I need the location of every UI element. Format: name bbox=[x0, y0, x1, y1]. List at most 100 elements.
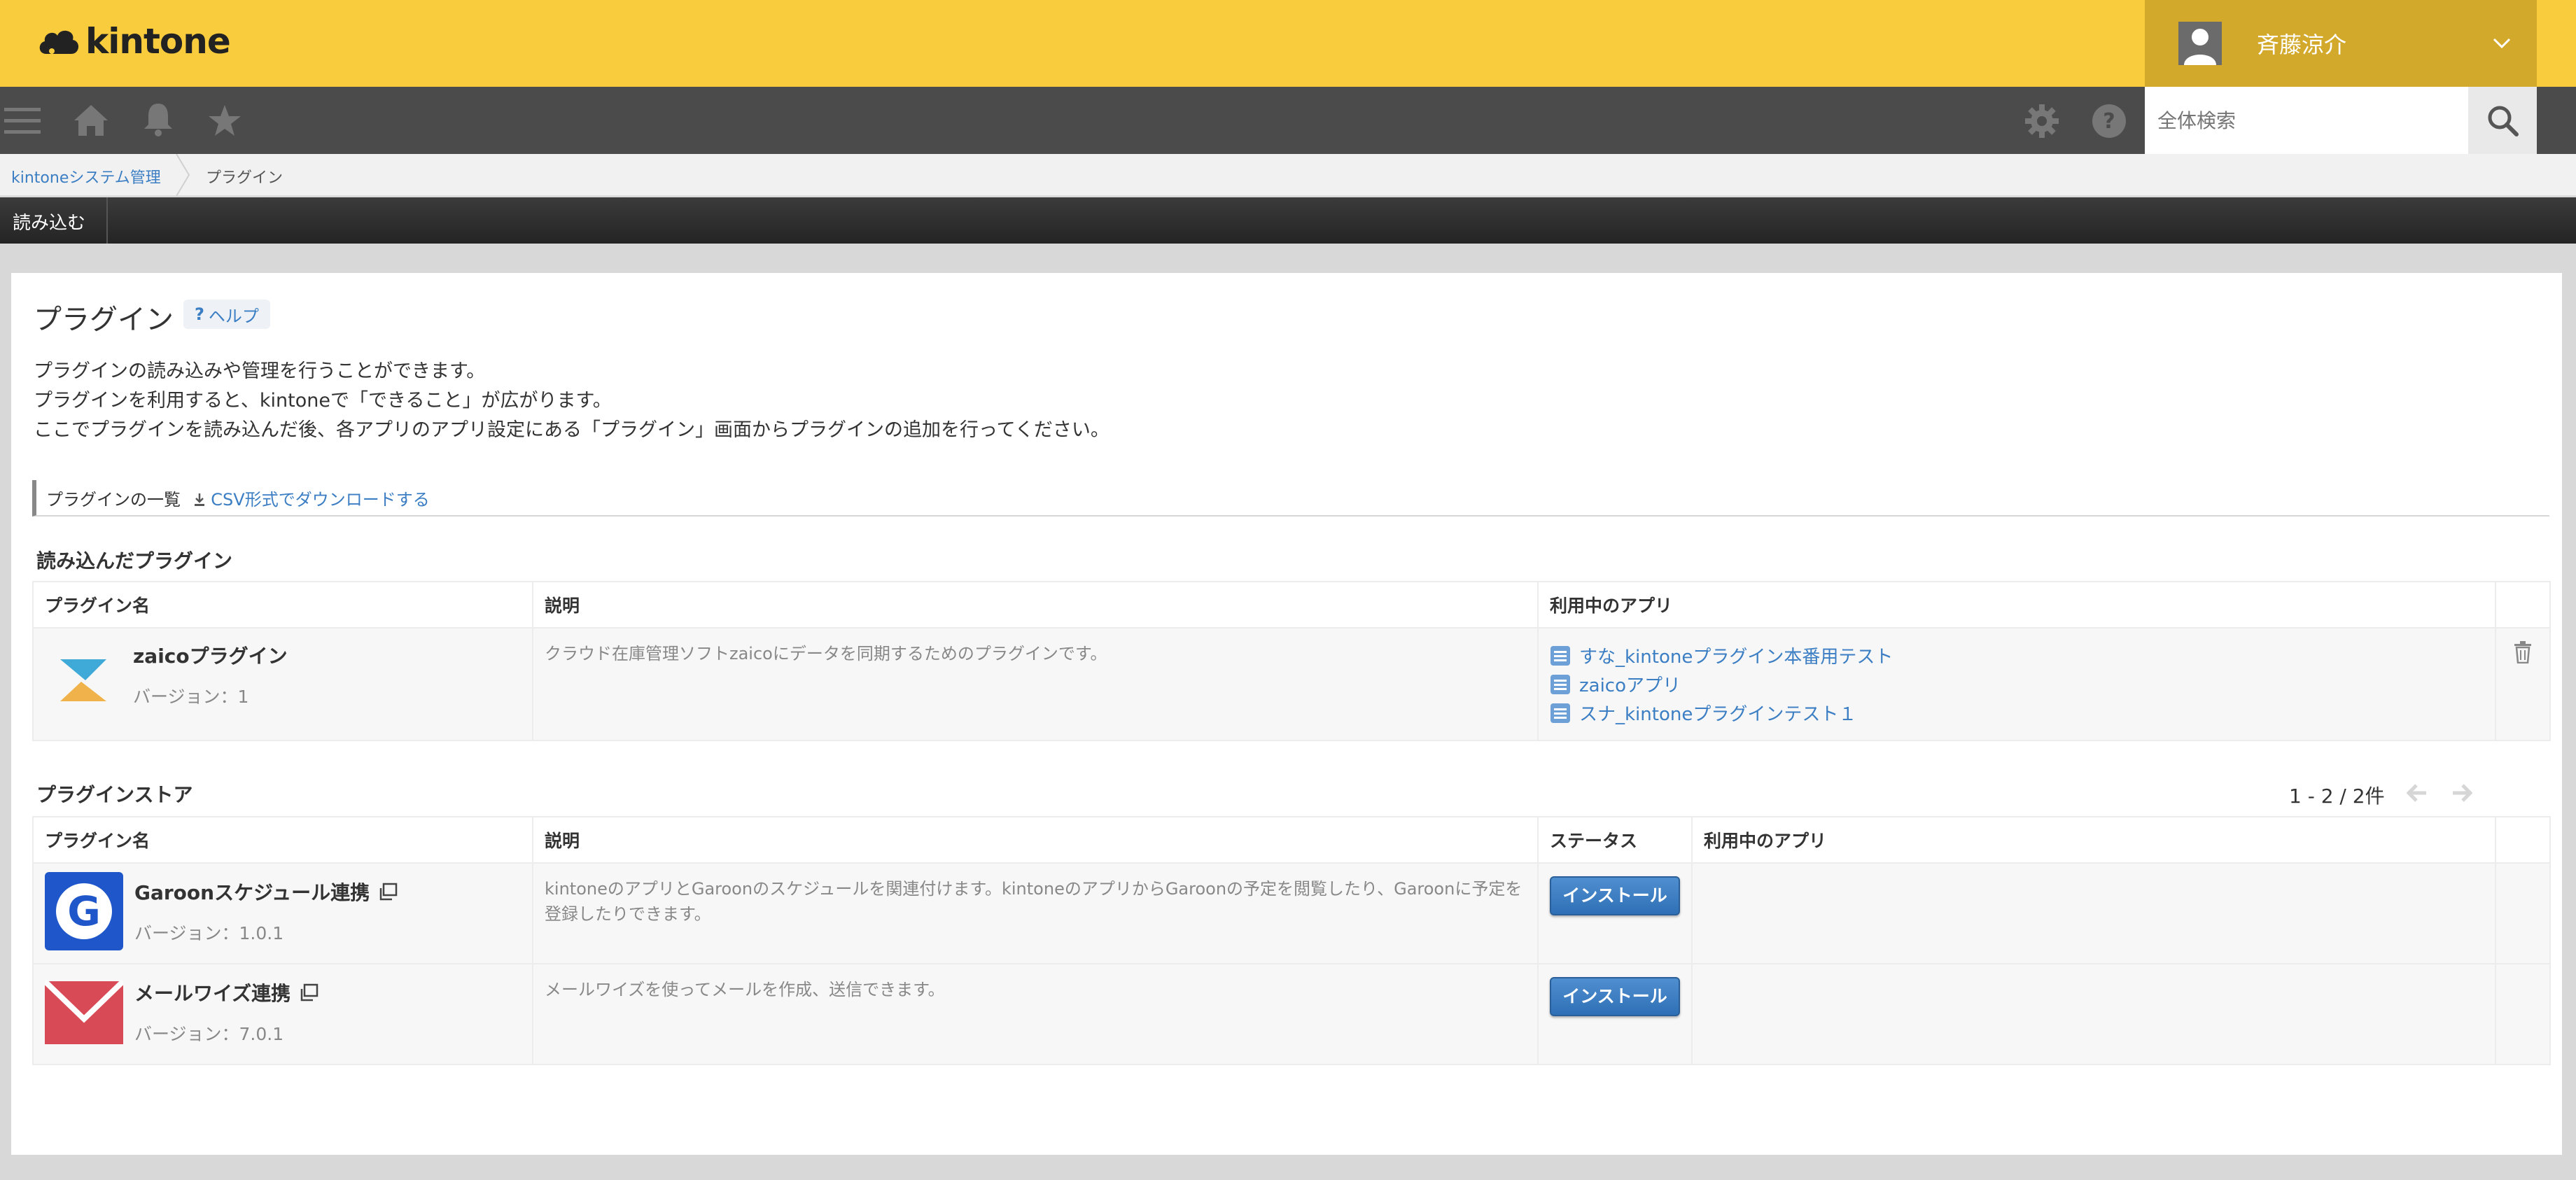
plugin-list-title: プラグインの一覧 bbox=[46, 490, 181, 510]
logo-text: kintone bbox=[85, 21, 231, 62]
page-title: プラグイン bbox=[34, 304, 174, 336]
global-search-field[interactable] bbox=[2145, 87, 2468, 154]
app-list-icon bbox=[1550, 645, 1570, 666]
plugin-store-table: プラグイン名 説明 ステータス 利用中のアプリ G Garoonスケジュール連携 bbox=[32, 816, 2551, 1065]
plugin-name-cell: zaicoプラグイン バージョン：1 bbox=[32, 627, 533, 741]
avatar bbox=[2178, 22, 2222, 65]
plugin-description: メールワイズを使ってメールを作成、送信できます。 bbox=[545, 980, 945, 999]
delete-cell bbox=[2495, 627, 2551, 741]
plugin-description-cell: クラウド在庫管理ソフトzaicoにデータを同期するためのプラグインです。 bbox=[532, 627, 1539, 741]
plugin-description: kintoneのアプリとGaroonのスケジュールを関連付けます。kintone… bbox=[545, 879, 1522, 924]
external-link-icon[interactable] bbox=[299, 983, 318, 1002]
description-line: プラグインを利用すると、kintoneで「できること」が広がります。 bbox=[34, 390, 612, 412]
kintone-logo[interactable]: kintone bbox=[36, 21, 231, 62]
page-description: プラグインの読み込みや管理を行うことができます。 プラグインを利用すると、kin… bbox=[34, 357, 1110, 445]
user-name: 斉藤涼介 bbox=[2257, 31, 2347, 58]
pagination-text: 1 - 2 / 2件 bbox=[2289, 785, 2385, 808]
column-header: 利用中のアプリ bbox=[1691, 816, 2496, 864]
table-header-row: プラグイン名 説明 ステータス 利用中のアプリ bbox=[32, 816, 2551, 864]
cloud-logo-icon bbox=[39, 30, 79, 54]
svg-text:G: G bbox=[67, 887, 101, 935]
plugin-store-title: プラグインストア bbox=[36, 783, 193, 806]
search-icon bbox=[2488, 106, 2519, 136]
loaded-plugins-table: プラグイン名 説明 利用中のアプリ zaicoプラグイン バージョン：1 クラウ… bbox=[32, 581, 2551, 741]
table-row: メールワイズ連携 バージョン：7.0.1 メールワイズを使ってメールを作成、送信… bbox=[32, 963, 2551, 1065]
plugin-name: zaicoプラグイン bbox=[133, 645, 288, 668]
column-header-empty bbox=[2495, 816, 2551, 864]
question-icon: ? bbox=[195, 304, 204, 324]
empty-cell bbox=[2495, 862, 2551, 964]
search-input[interactable] bbox=[2145, 108, 2468, 132]
description-line: ここでプラグインを読み込んだ後、各アプリのアプリ設定にある「プラグイン」画面から… bbox=[34, 419, 1110, 441]
column-header: プラグイン名 bbox=[32, 581, 533, 628]
help-label: ヘルプ bbox=[208, 306, 259, 326]
plugin-apps-cell bbox=[1691, 862, 2496, 964]
breadcrumb-separator-icon bbox=[176, 154, 190, 196]
garoon-logo-icon: G bbox=[45, 872, 123, 950]
chevron-down-icon[interactable] bbox=[2492, 37, 2512, 50]
csv-download-label: CSV形式でダウンロードする bbox=[211, 490, 430, 510]
plugin-version: バージョン：7.0.1 bbox=[134, 1024, 284, 1044]
table-header-row: プラグイン名 説明 利用中のアプリ bbox=[32, 581, 2551, 628]
status-cell: インストール bbox=[1537, 862, 1693, 964]
breadcrumb-system-admin[interactable]: kintoneシステム管理 bbox=[11, 165, 161, 188]
breadcrumb: kintoneシステム管理 プラグイン bbox=[0, 154, 2576, 196]
install-button[interactable]: インストール bbox=[1550, 876, 1680, 915]
column-header: プラグイン名 bbox=[32, 816, 533, 864]
main-panel: プラグイン ? ヘルプ プラグインの読み込みや管理を行うことができます。 プラグ… bbox=[11, 273, 2562, 1155]
column-header-empty bbox=[2495, 581, 2551, 628]
column-header: 説明 bbox=[532, 816, 1539, 864]
plugin-description: クラウド在庫管理ソフトzaicoにデータを同期するためのプラグインです。 bbox=[545, 644, 1107, 663]
help-icon[interactable]: ? bbox=[2092, 104, 2127, 139]
gear-icon[interactable] bbox=[2024, 104, 2059, 139]
column-header: 利用中のアプリ bbox=[1537, 581, 2496, 628]
app-list-icon bbox=[1550, 703, 1570, 723]
bell-icon[interactable] bbox=[141, 102, 175, 137]
plugin-name-cell: G Garoonスケジュール連携 バージョン：1.0.1 bbox=[32, 862, 533, 964]
table-row: zaicoプラグイン バージョン：1 クラウド在庫管理ソフトzaicoにデータを… bbox=[32, 627, 2551, 741]
plugin-apps-cell: すな_kintoneプラグイン本番用テスト zaicoアプリ スナ_kinton… bbox=[1537, 627, 2496, 741]
download-icon bbox=[194, 493, 204, 506]
arrow-left-icon[interactable] bbox=[2407, 784, 2428, 802]
csv-download-link[interactable]: CSV形式でダウンロードする bbox=[193, 490, 430, 510]
zaico-logo-icon bbox=[60, 659, 106, 701]
install-button[interactable]: インストール bbox=[1550, 977, 1680, 1016]
app-link-label: すな_kintoneプラグイン本番用テスト bbox=[1579, 647, 1893, 668]
app-link[interactable]: すな_kintoneプラグイン本番用テスト bbox=[1550, 641, 2484, 670]
column-header: ステータス bbox=[1537, 816, 1693, 864]
plugin-version: バージョン：1 bbox=[133, 687, 249, 707]
column-header: 説明 bbox=[532, 581, 1539, 628]
plugin-apps-cell bbox=[1691, 963, 2496, 1065]
table-row: G Garoonスケジュール連携 バージョン：1.0.1 kintoneのアプリ… bbox=[32, 862, 2551, 964]
help-link[interactable]: ? ヘルプ bbox=[183, 300, 270, 329]
app-link-label: スナ_kintoneプラグインテスト１ bbox=[1579, 704, 1857, 725]
external-link-icon[interactable] bbox=[378, 883, 398, 901]
empty-cell bbox=[2495, 963, 2551, 1065]
plugin-name-cell: メールワイズ連携 バージョン：7.0.1 bbox=[32, 963, 533, 1065]
app-list-icon bbox=[1550, 674, 1570, 694]
import-button[interactable]: 読み込む bbox=[0, 197, 108, 244]
plugin-description-cell: kintoneのアプリとGaroonのスケジュールを関連付けます。kintone… bbox=[532, 862, 1539, 964]
app-link[interactable]: スナ_kintoneプラグインテスト１ bbox=[1550, 698, 2484, 727]
plugin-name: メールワイズ連携 bbox=[134, 982, 291, 1005]
menu-icon[interactable] bbox=[4, 106, 41, 136]
plugin-name: Garoonスケジュール連携 bbox=[134, 881, 370, 904]
user-icon bbox=[2184, 29, 2216, 65]
home-icon[interactable] bbox=[73, 104, 109, 137]
search-button[interactable] bbox=[2468, 87, 2537, 154]
trash-icon[interactable] bbox=[2513, 641, 2533, 664]
app-link-label: zaicoアプリ bbox=[1579, 675, 1681, 696]
arrow-right-icon[interactable] bbox=[2451, 784, 2472, 802]
description-line: プラグインの読み込みや管理を行うことができます。 bbox=[34, 360, 486, 382]
plugin-list-header: プラグインの一覧 CSV形式でダウンロードする bbox=[32, 480, 2549, 517]
loaded-plugins-title: 読み込んだプラグイン bbox=[36, 549, 233, 573]
star-icon[interactable] bbox=[207, 104, 242, 137]
plugin-version: バージョン：1.0.1 bbox=[134, 923, 284, 943]
user-menu[interactable]: 斉藤涼介 bbox=[2145, 0, 2537, 87]
status-cell: インストール bbox=[1537, 963, 1693, 1065]
mailwise-logo-icon bbox=[45, 979, 123, 1044]
header-bar: kintone 斉藤涼介 bbox=[0, 0, 2576, 87]
plugin-description-cell: メールワイズを使ってメールを作成、送信できます。 bbox=[532, 963, 1539, 1065]
app-link[interactable]: zaicoアプリ bbox=[1550, 670, 2484, 698]
svg-text:?: ? bbox=[2103, 109, 2115, 134]
